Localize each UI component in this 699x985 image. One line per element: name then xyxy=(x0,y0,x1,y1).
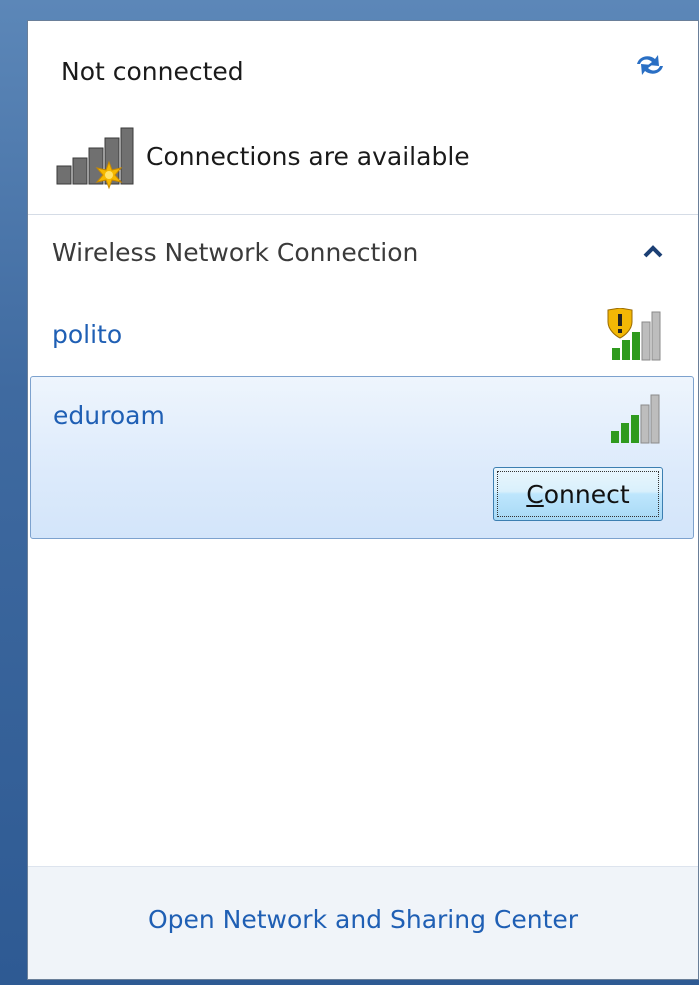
chevron-up-icon xyxy=(643,245,663,258)
network-item-eduroam[interactable]: eduroam Connect xyxy=(30,376,694,539)
connect-label: onnect xyxy=(543,479,630,509)
network-item-polito[interactable]: polito xyxy=(30,296,694,376)
wireless-section-header[interactable]: Wireless Network Connection xyxy=(28,216,698,286)
signal-icon xyxy=(611,394,660,444)
connection-status-area: Not connected Connections are available xyxy=(28,21,698,215)
availability-text: Connections are available xyxy=(146,142,470,171)
network-name: eduroam xyxy=(53,401,165,430)
footer: Open Network and Sharing Center xyxy=(28,866,698,979)
connect-button[interactable]: Connect xyxy=(493,467,663,521)
section-title: Wireless Network Connection xyxy=(52,238,419,267)
collapse-button[interactable] xyxy=(638,236,668,266)
connection-status-title: Not connected xyxy=(61,57,244,86)
network-name: polito xyxy=(52,320,123,349)
open-network-sharing-center-link[interactable]: Open Network and Sharing Center xyxy=(28,905,698,934)
connect-accesskey: C xyxy=(526,479,544,509)
network-flyout: Not connected Connections are available … xyxy=(27,20,699,980)
refresh-button[interactable] xyxy=(632,47,668,83)
network-available-icon xyxy=(56,127,134,190)
refresh-arrows-icon xyxy=(637,55,663,75)
signal-shield-icon xyxy=(607,308,661,361)
